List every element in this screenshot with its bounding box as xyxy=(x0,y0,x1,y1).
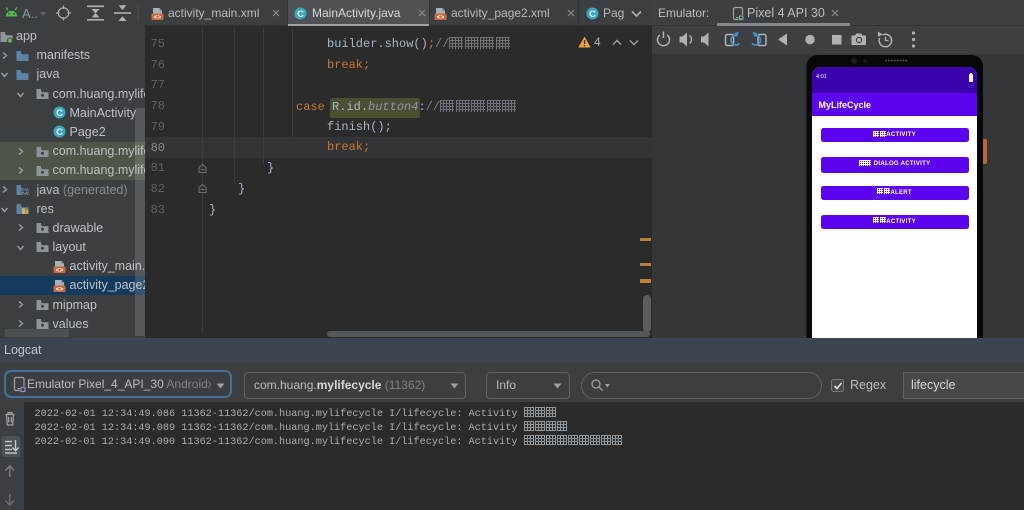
svg-text:<>: <> xyxy=(154,13,162,20)
svg-text:C: C xyxy=(589,9,596,20)
svg-text:A..: A.. xyxy=(22,6,38,21)
svg-text:C: C xyxy=(297,9,304,20)
svg-text:<>: <> xyxy=(437,13,445,20)
svg-text:C: C xyxy=(56,108,63,119)
svg-text:<>: <> xyxy=(55,286,63,293)
svg-text:C: C xyxy=(56,127,63,138)
svg-text:<>: <> xyxy=(55,266,63,273)
